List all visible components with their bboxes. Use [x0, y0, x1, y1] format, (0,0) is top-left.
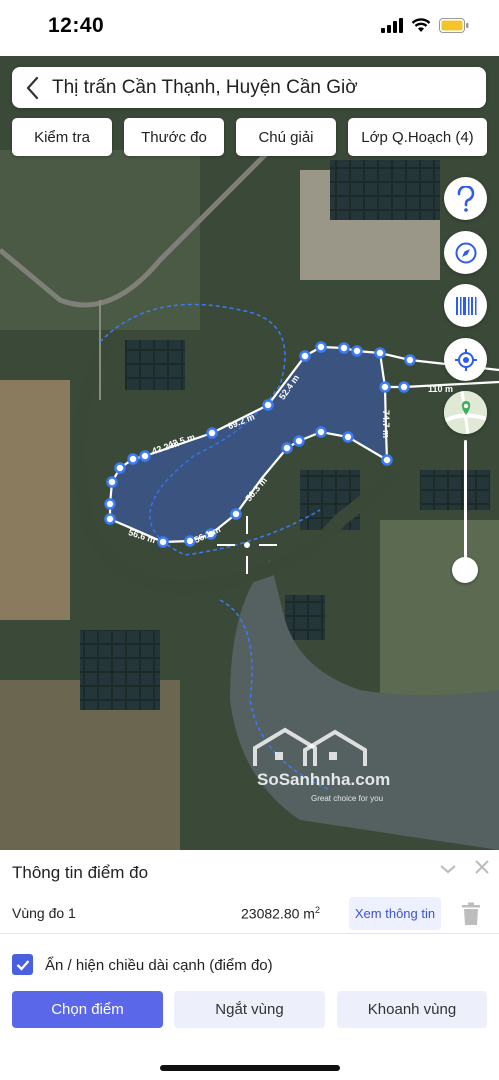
measure-button[interactable]: Thước đo — [124, 118, 224, 156]
status-bar: 12:40 — [0, 0, 499, 56]
watermark-brand: SoSanhnha.com — [257, 770, 391, 789]
my-location-button[interactable] — [444, 338, 487, 381]
basemap-toggle-button[interactable] — [444, 391, 487, 434]
barcode-icon — [455, 296, 476, 315]
chevron-down-icon[interactable] — [437, 858, 459, 880]
edge-label: 110 m — [428, 384, 453, 394]
panel-title: Thông tin điểm đo — [12, 863, 149, 882]
area-value: 23082.80 m2 — [241, 905, 320, 922]
scan-button[interactable] — [444, 284, 487, 327]
trash-icon[interactable] — [460, 902, 482, 926]
watermark: SoSanhnha.com Great choice for you — [245, 726, 395, 806]
show-edge-length-toggle[interactable]: Ẩn / hiện chiều dài cạnh (điểm đo) — [12, 954, 482, 978]
question-icon — [457, 185, 474, 212]
location-title: Thị trấn Cần Thạnh, Huyện Cần Giờ — [52, 76, 358, 98]
help-button[interactable] — [444, 177, 487, 220]
checkmark-icon — [16, 959, 29, 971]
basemap-thumbnail — [444, 391, 487, 434]
edge-label: 74.7 m — [381, 410, 391, 438]
compass-icon — [455, 242, 476, 263]
compass-button[interactable] — [444, 231, 487, 274]
battery-icon — [439, 18, 469, 33]
wifi-icon — [411, 18, 431, 32]
watermark-tagline: Great choice for you — [311, 794, 384, 803]
status-time: 12:40 — [48, 14, 105, 37]
location-bar: Thị trấn Cần Thạnh, Huyện Cần Giờ — [12, 67, 486, 108]
back-arrow-icon[interactable] — [12, 67, 52, 108]
locate-icon — [454, 348, 477, 371]
area-name: Vùng đo 1 — [12, 905, 76, 921]
break-area-button[interactable]: Ngắt vùng — [174, 991, 325, 1028]
signal-icon — [381, 18, 403, 33]
legend-button[interactable]: Chú giải — [236, 118, 336, 156]
home-indicator — [160, 1065, 340, 1071]
measure-info-panel: Thông tin điểm đo Vùng đo 1 23082.80 m2 … — [0, 850, 499, 1080]
toggle-label: Ẩn / hiện chiều dài cạnh (điểm đo) — [45, 957, 273, 974]
zoom-slider-knob[interactable] — [452, 557, 478, 583]
enclose-area-button[interactable]: Khoanh vùng — [337, 991, 487, 1028]
map-toolbar: Kiểm tra Thước đo Chú giải Lớp Q.Hoạch (… — [12, 118, 487, 156]
planning-layers-button[interactable]: Lớp Q.Hoạch (4) — [348, 118, 487, 156]
select-point-button[interactable]: Chọn điểm — [12, 991, 163, 1028]
watermark-logo — [253, 727, 367, 766]
status-icons — [381, 18, 469, 33]
close-icon[interactable] — [471, 856, 493, 878]
checkbox[interactable] — [12, 954, 33, 975]
view-info-button[interactable]: Xem thông tin — [349, 897, 441, 930]
area-row: Vùng đo 1 23082.80 m2 Xem thông tin — [0, 894, 499, 934]
zoom-slider-track[interactable] — [464, 440, 467, 568]
check-button[interactable]: Kiểm tra — [12, 118, 112, 156]
